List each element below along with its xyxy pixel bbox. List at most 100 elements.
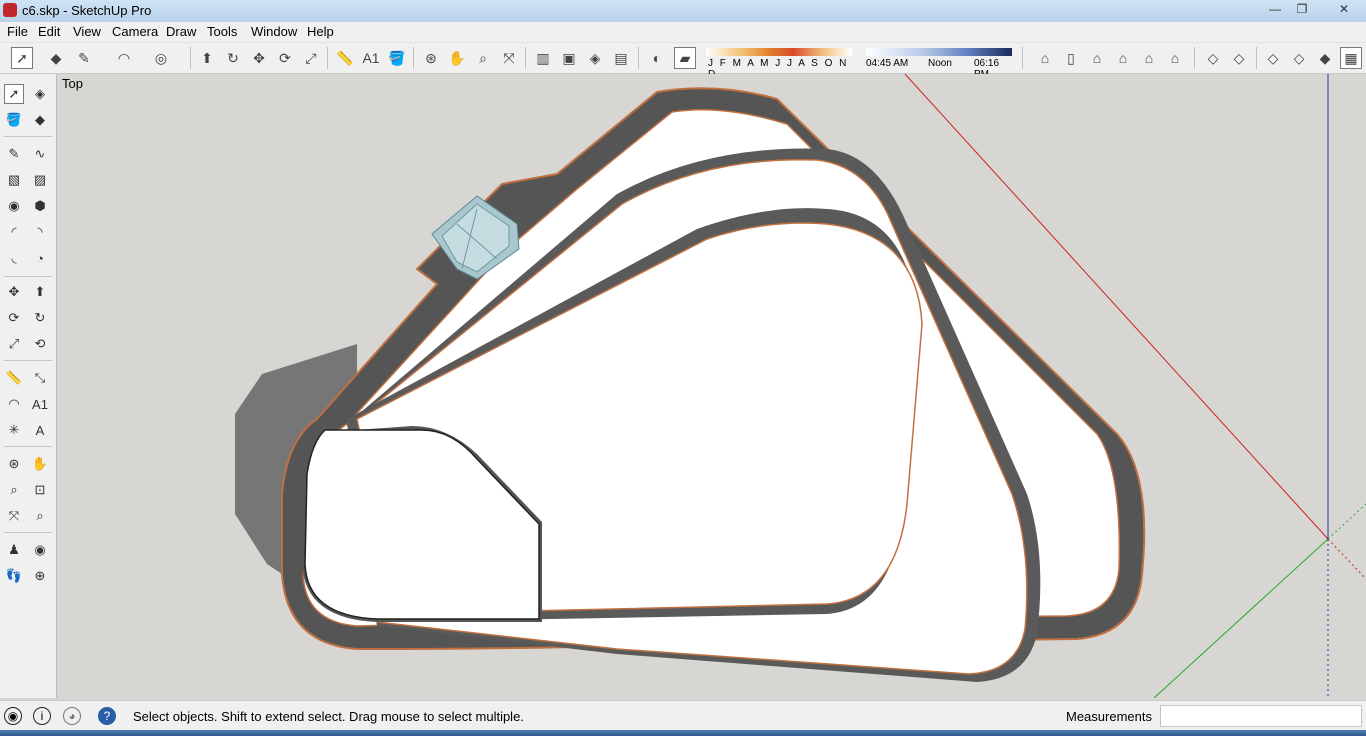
select-icon[interactable]: ➚ [4,84,24,104]
axes-icon[interactable]: ✳ [4,420,24,440]
pie-icon[interactable]: ◔ [30,248,50,268]
close-button[interactable]: ✕ [1324,1,1364,18]
menu-window[interactable]: Window [251,24,297,39]
zoom-icon[interactable]: ⌕ [472,47,494,69]
shadow-time-slider[interactable]: 04:45 AM Noon 06:16 PM [866,48,1012,80]
arc-icon[interactable]: ◜ [4,222,24,242]
xray-icon[interactable]: ◇ [1202,47,1224,69]
move-icon[interactable]: ✥ [4,282,24,302]
menu-help[interactable]: Help [307,24,334,39]
scale-icon[interactable]: ⤢ [4,334,24,354]
time-noon: Noon [928,58,952,69]
follow-me-icon[interactable]: ↻ [30,308,50,328]
paint-icon[interactable]: 🪣 [4,110,24,130]
previous-view-icon[interactable]: ⌕ [30,506,50,526]
help-icon[interactable]: ? [98,707,116,725]
polygon-icon[interactable]: ⬢ [30,196,50,216]
maximize-button[interactable]: ❐ [1289,1,1315,18]
iso-view-icon[interactable]: ⌂ [1034,47,1056,69]
left-view-icon[interactable]: ⌂ [1164,47,1186,69]
measurements-label: Measurements [1066,709,1152,724]
orbit-icon[interactable]: ⊛ [4,454,24,474]
menu-tools[interactable]: Tools [207,24,237,39]
menu-draw[interactable]: Draw [166,24,196,39]
components-icon[interactable]: ▥ [532,47,554,69]
pan-icon[interactable]: ✋ [446,47,468,69]
extension-warehouse-icon[interactable]: ▤ [610,47,632,69]
eraser-icon[interactable]: ◆ [30,110,50,130]
zoom-window-icon[interactable]: ⊡ [30,480,50,500]
front-view-icon[interactable]: ⌂ [1086,47,1108,69]
display-shadows-icon[interactable]: ▰ [674,47,696,69]
pan-icon[interactable]: ✋ [30,454,50,474]
pencil-icon[interactable]: ✎ [73,47,95,69]
text-tool-icon[interactable]: A1 [360,47,382,69]
title-bar: c6.skp - SketchUp Pro — ❐ ✕ [0,0,1366,22]
zoom-icon[interactable]: ⌕ [4,480,24,500]
shaded-textures-icon[interactable]: ▦ [1340,47,1362,69]
follow-me-icon[interactable]: ↻ [222,47,244,69]
3d-text-icon[interactable]: A [30,420,50,440]
circle-icon[interactable]: ◎ [150,47,172,69]
paint-bucket-icon[interactable]: 🪣 [386,47,408,69]
main-toolbar: ➚ ◆ ✎ ◠ ◎ ⬆ ↻ ✥ ⟳ ⤢ 📏 A1 🪣 ⊛ ✋ ⌕ ⤧ ▥ ▣ ◈… [0,43,1366,80]
menu-view[interactable]: View [73,24,101,39]
back-edges-icon[interactable]: ◇ [1228,47,1250,69]
select-tool-icon[interactable]: ➚ [11,47,33,69]
red-axis-dotted [1327,538,1366,580]
window-title: c6.skp - SketchUp Pro [22,3,152,18]
position-camera-icon[interactable]: ♟ [4,540,24,560]
rotated-rectangle-icon[interactable]: ▨ [30,170,50,190]
tape-measure-icon[interactable]: 📏 [334,47,356,69]
measurements-input[interactable] [1160,705,1362,727]
make-component-icon[interactable]: ◈ [30,84,50,104]
3d-warehouse-icon[interactable]: ▣ [558,47,580,69]
menu-camera[interactable]: Camera [112,24,158,39]
rotate-icon[interactable]: ⟳ [4,308,24,328]
section-plane-icon[interactable]: ⊕ [30,566,50,586]
orbit-icon[interactable]: ⊛ [420,47,442,69]
top-view-icon[interactable]: ▯ [1060,47,1082,69]
dimension-icon[interactable]: ⤡ [30,368,50,388]
tape-measure-icon[interactable]: 📏 [4,368,24,388]
wireframe-icon[interactable]: ◇ [1262,47,1284,69]
two-point-arc-icon[interactable]: ◝ [30,222,50,242]
model-drawing [235,74,1366,698]
circle-icon[interactable]: ◉ [4,196,24,216]
move-icon[interactable]: ✥ [248,47,270,69]
shaded-icon[interactable]: ◆ [1314,47,1336,69]
share-model-icon[interactable]: ◈ [584,47,606,69]
view-name-label: Top [62,76,83,91]
push-pull-icon[interactable]: ⬆ [30,282,50,302]
rotate-icon[interactable]: ⟳ [274,47,296,69]
geo-location-icon[interactable]: ◉ [4,707,22,725]
freehand-icon[interactable]: ∿ [30,144,50,164]
menu-file[interactable]: File [7,24,28,39]
right-view-icon[interactable]: ⌂ [1112,47,1134,69]
os-taskbar [0,730,1366,736]
hidden-line-icon[interactable]: ◇ [1288,47,1310,69]
zoom-extents-icon[interactable]: ⤧ [4,506,24,526]
shadow-settings-icon[interactable]: ◐ [646,47,668,69]
arc-icon[interactable]: ◠ [113,47,135,69]
left-toolbar: ➚ ◈ 🪣 ◆ ✎ ∿ ▧ ▨ ◉ ⬢ ◜ ◝ ◟ ◔ ✥ ⬆ ⟳ ↻ ⤢ ⟲ … [0,74,57,698]
rectangle-icon[interactable]: ▧ [4,170,24,190]
protractor-icon[interactable]: ◠ [4,394,24,414]
text-icon[interactable]: A1 [30,394,50,414]
minimize-button[interactable]: — [1262,1,1288,18]
push-pull-icon[interactable]: ⬆ [196,47,218,69]
shadow-month-slider[interactable]: J F M A M J J A S O N D [706,48,852,80]
back-view-icon[interactable]: ⌂ [1138,47,1160,69]
eraser-icon[interactable]: ◆ [45,47,67,69]
line-icon[interactable]: ✎ [4,144,24,164]
menu-edit[interactable]: Edit [38,24,60,39]
zoom-extents-icon[interactable]: ⤧ [498,47,520,69]
credits-icon[interactable]: i [33,707,51,725]
user-account-icon[interactable]: ◕ [63,707,81,725]
model-viewport[interactable]: Top [57,74,1366,698]
look-around-icon[interactable]: ◉ [30,540,50,560]
offset-icon[interactable]: ⟲ [30,334,50,354]
three-point-arc-icon[interactable]: ◟ [4,248,24,268]
scale-icon[interactable]: ⤢ [300,47,322,69]
walk-icon[interactable]: 👣 [4,566,24,586]
